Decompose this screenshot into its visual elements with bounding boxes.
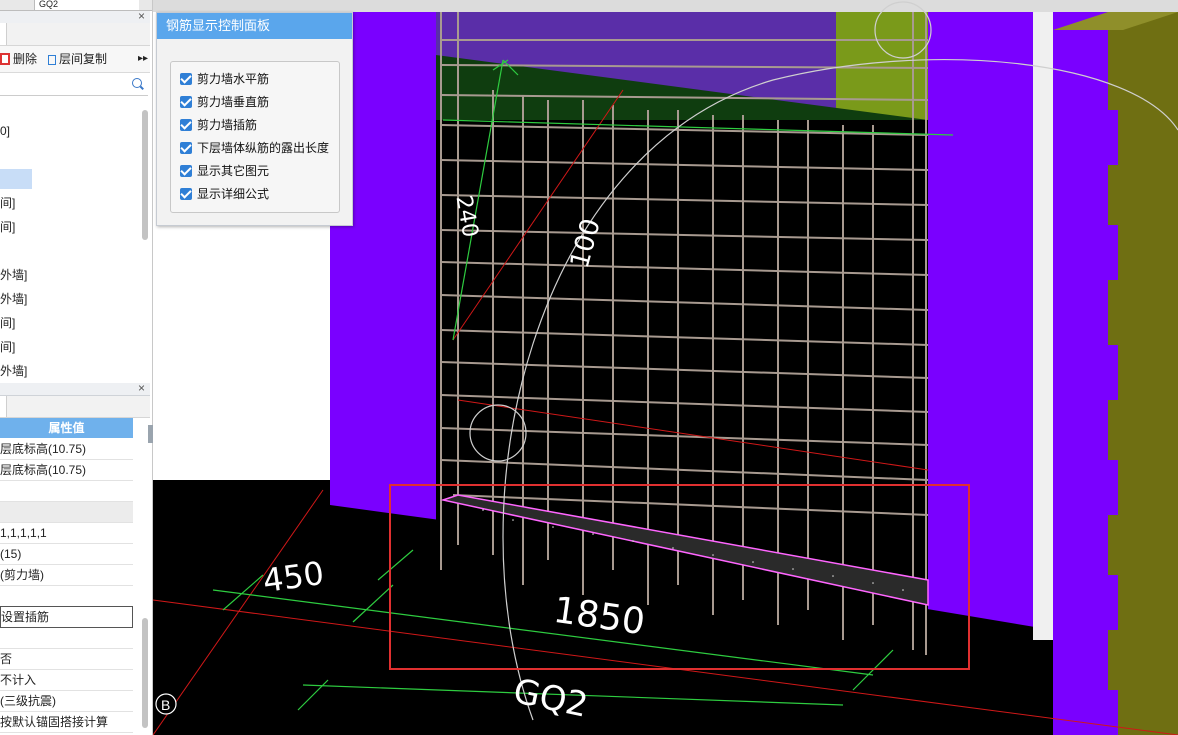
component-tab[interactable] [0,23,7,45]
delete-label: 删除 [13,52,38,66]
right-gap-white [1033,12,1053,640]
close-icon[interactable]: × [138,381,145,395]
component-tree: 0] 间] 间] 外墙] 外墙] 间] 间] 外墙] [0,96,138,378]
axis-b-label: B [161,697,170,713]
checkbox-horizontal-rebar[interactable]: 剪力墙水平筋 [180,70,269,88]
component-tab-row [0,23,150,46]
properties-scrollbar[interactable] [142,618,148,728]
checkbox-label: 下层墙体纵筋的露出长度 [197,141,330,155]
property-row[interactable]: (15) [0,544,133,565]
tree-scrollbar[interactable] [142,110,148,240]
checkbox-checked-icon[interactable] [180,96,192,108]
left-panel: GQ2 × 删除 层间复制 ▸▸ 0] 间] 间] 外墙] 外墙] 间] 间] … [0,0,153,735]
wall-black-face [436,120,928,520]
delete-button[interactable]: 删除 [0,51,37,67]
property-row[interactable]: (三级抗震) [0,691,133,712]
property-row[interactable]: (剪力墙) [0,565,133,586]
tree-item[interactable]: 间] [0,217,15,237]
tree-item[interactable]: 间] [0,337,15,357]
property-row[interactable] [0,481,133,502]
property-row-editing[interactable]: 设置插筋 [0,606,133,628]
top-strip: GQ2 [0,0,152,11]
control-options-group: 剪力墙水平筋 剪力墙垂直筋 剪力墙插筋 下层墙体纵筋的露出长度 显示其它图元 显… [170,61,340,213]
control-panel-title[interactable]: 钢筋显示控制面板 [157,13,352,39]
checkbox-checked-icon[interactable] [180,73,192,85]
property-value-header: 属性值 [0,418,133,438]
checkbox-dowel-rebar[interactable]: 剪力墙插筋 [180,116,257,134]
checkbox-vertical-rebar[interactable]: 剪力墙垂直筋 [180,93,269,111]
more-tools-icon[interactable]: ▸▸ [138,51,148,67]
property-row[interactable]: 层底标高(10.75) [0,439,133,460]
properties-table: 属性值 层底标高(10.75) 层底标高(10.75) 1,1,1,1,1 (1… [0,418,133,735]
property-section-row[interactable] [0,502,133,523]
copy-icon [48,55,56,65]
property-row[interactable]: 层底标高(10.75) [0,460,133,481]
checkbox-show-other-elements[interactable]: 显示其它图元 [180,162,269,180]
checkbox-label: 显示其它图元 [197,164,270,178]
tree-item[interactable]: 间] [0,193,15,213]
checkbox-checked-icon[interactable] [180,188,192,200]
property-row[interactable]: 1,1,1,1,1 [0,523,133,544]
tree-item[interactable]: 外墙] [0,361,27,378]
search-input[interactable] [0,77,132,93]
property-row[interactable] [0,586,133,607]
component-search-row [0,75,148,96]
selected-tree-item-highlight [0,169,32,189]
checkbox-checked-icon[interactable] [180,119,192,131]
checkbox-label: 剪力墙插筋 [197,118,258,132]
rebar-display-control-panel: 钢筋显示控制面板 剪力墙水平筋 剪力墙垂直筋 剪力墙插筋 下层墙体纵筋的露出长度… [156,12,353,226]
sky-gray [153,0,1178,12]
tree-item[interactable]: 外墙] [0,265,27,285]
checkbox-checked-icon[interactable] [180,142,192,154]
tree-item[interactable]: 间] [0,313,15,333]
checkbox-lower-wall-exposed-length[interactable]: 下层墙体纵筋的露出长度 [180,139,329,157]
delete-icon [0,53,10,65]
checkbox-label: 剪力墙水平筋 [197,72,270,86]
checkbox-label: 显示详细公式 [197,187,270,201]
checkbox-checked-icon[interactable] [180,165,192,177]
close-icon[interactable]: × [138,9,145,23]
property-row[interactable] [0,628,133,649]
property-row[interactable]: 否 [0,649,133,670]
properties-tab[interactable] [0,396,7,417]
name-cell[interactable]: GQ2 [34,0,139,10]
property-row[interactable]: 不计入 [0,670,133,691]
olive-column [1108,12,1178,735]
copy-between-floors-button[interactable]: 层间复制 [48,51,107,67]
tree-item[interactable]: 0] [0,121,10,141]
properties-header: × [0,381,150,396]
properties-tab-row [0,396,150,418]
purple-wall-right [928,12,1033,640]
tree-item[interactable]: 外墙] [0,289,27,309]
component-toolbar: 删除 层间复制 ▸▸ [0,46,150,73]
search-icon[interactable] [132,78,142,88]
property-row[interactable]: 按默认锚固搭接计算 [0,712,133,733]
checkbox-show-detailed-formula[interactable]: 显示详细公式 [180,185,269,203]
copy-between-floors-label: 层间复制 [59,52,108,66]
checkbox-label: 剪力墙垂直筋 [197,95,270,109]
